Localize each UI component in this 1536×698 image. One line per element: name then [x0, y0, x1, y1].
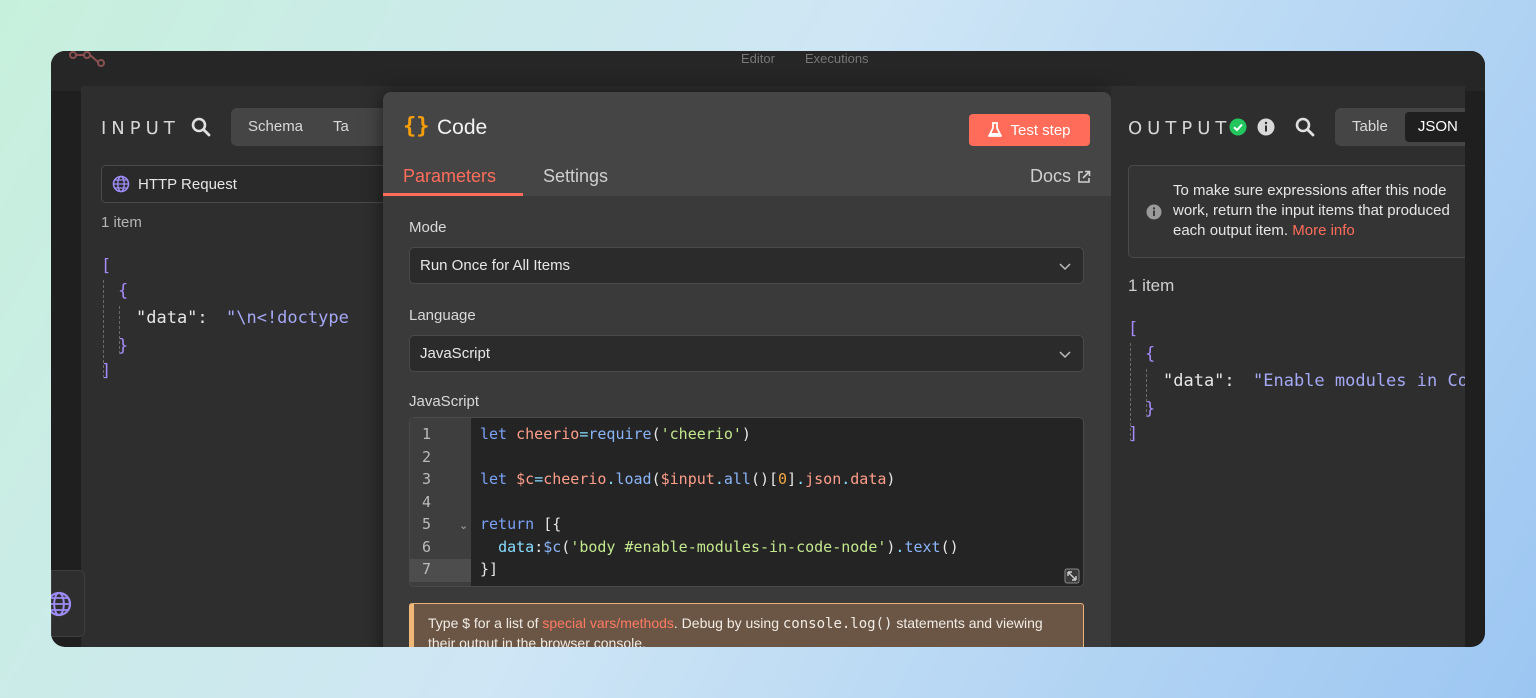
indent-guide — [119, 306, 120, 354]
special-vars-link[interactable]: special vars/methods — [542, 615, 674, 631]
expand-editor-icon[interactable] — [1064, 568, 1080, 584]
tab-json[interactable]: JSON — [1404, 112, 1465, 142]
json-bracket-open: [ — [1128, 319, 1139, 339]
globe-icon — [112, 175, 130, 193]
test-step-label: Test step — [1010, 121, 1071, 139]
json-value: "\n<!doctype — [226, 308, 349, 328]
mode-value: Run Once for All Items — [420, 257, 571, 274]
code-line-6: data:$c('body #enable-modules-in-code-no… — [498, 538, 959, 556]
line-number: 4 — [422, 493, 432, 511]
code-editor-label: JavaScript — [409, 393, 480, 410]
input-node-name: HTTP Request — [138, 175, 237, 193]
hint-code: console.log() — [782, 616, 893, 632]
canvas-header: Editor Executions — [51, 51, 1485, 91]
line-number: 2 — [422, 448, 432, 466]
chevron-down-icon — [1059, 351, 1071, 359]
output-panel: OUTPUT Table JSON S — [1111, 86, 1465, 647]
tab-settings[interactable]: Settings — [543, 166, 608, 187]
search-icon[interactable] — [1295, 117, 1315, 137]
input-view-switcher: Schema Ta — [231, 108, 391, 146]
line-number: 3 — [422, 470, 432, 488]
code-hint-notice: Type $ for a list of special vars/method… — [409, 603, 1084, 647]
flask-icon — [988, 122, 1003, 137]
hint-text-1: Type $ for a list of — [428, 615, 543, 631]
json-key: "data": — [1163, 371, 1235, 391]
json-bracket-open: [ — [101, 256, 112, 276]
modal-header: {} Code Test step Parameters Settings Do… — [383, 92, 1111, 196]
chevron-down-icon — [1059, 263, 1071, 271]
info-message: To make sure expressions after this node… — [1173, 181, 1463, 241]
tab-editor[interactable]: Editor — [741, 51, 775, 66]
input-json: [ { "data": "\n<!doctype } ] — [101, 256, 349, 416]
code-line-5: return [{ — [480, 515, 562, 533]
node-details-view: INPUT Schema Ta HTTP Request 1 item [{… — [81, 86, 1465, 647]
code-line-1: let cheerio=require('cheerio') — [480, 425, 751, 443]
canvas-node-button[interactable] — [51, 570, 85, 637]
line-number: 6 — [422, 538, 432, 556]
tab-parameters[interactable]: Parameters — [403, 166, 496, 187]
more-info-link[interactable]: More info — [1292, 222, 1355, 239]
search-icon[interactable] — [191, 117, 211, 137]
external-link-icon — [1078, 170, 1091, 183]
tab-executions[interactable]: Executions — [805, 51, 869, 66]
output-json: [ { "data": "Enable modules in Code } ] — [1128, 319, 1465, 479]
language-value: JavaScript — [420, 345, 491, 362]
docs-link[interactable]: Docs — [1030, 166, 1091, 187]
input-title: INPUT — [101, 118, 180, 139]
globe-icon — [51, 591, 72, 617]
json-brace-open: { — [1145, 344, 1156, 364]
json-key: "data": — [136, 308, 208, 328]
line-number: 7 — [410, 559, 471, 582]
info-icon — [1146, 204, 1162, 220]
code-braces-icon: {} — [403, 114, 430, 139]
code-editor[interactable]: 1 2 3 4 5 ⌄ 6 7 let cheerio=require('che… — [409, 417, 1084, 587]
mode-select[interactable]: Run Once for All Items — [409, 247, 1084, 284]
active-tab-indicator — [383, 193, 523, 196]
test-step-button[interactable]: Test step — [969, 114, 1090, 146]
hint-text-2: . Debug by using — [673, 615, 783, 631]
modal-tabs: Parameters Settings Docs — [383, 162, 1111, 196]
input-panel: INPUT Schema Ta HTTP Request 1 item [{… — [81, 86, 401, 647]
output-view-switcher: Table JSON S — [1335, 108, 1465, 146]
mode-label: Mode — [409, 219, 447, 236]
output-title: OUTPUT — [1128, 118, 1232, 139]
n8n-logo-icon — [69, 51, 105, 67]
input-node-select[interactable]: HTTP Request — [101, 165, 401, 203]
json-value: "Enable modules in Code — [1253, 371, 1465, 391]
code-line-7: }] — [480, 560, 499, 578]
line-number: 1 — [422, 425, 432, 443]
tab-schema[interactable]: Schema — [235, 112, 316, 142]
language-label: Language — [409, 307, 476, 324]
output-info-callout: To make sure expressions after this node… — [1128, 165, 1465, 258]
docs-label: Docs — [1029, 166, 1071, 186]
tab-table[interactable]: Table — [1339, 112, 1401, 142]
indent-guide — [1130, 343, 1131, 441]
indent-guide — [103, 280, 104, 378]
language-select[interactable]: JavaScript — [409, 335, 1084, 372]
indent-guide — [1146, 369, 1147, 417]
output-item-count: 1 item — [1128, 276, 1175, 295]
json-brace-open: { — [118, 281, 129, 301]
node-title[interactable]: Code — [437, 116, 487, 140]
success-check-icon — [1229, 118, 1247, 136]
code-line-3: let $c=cheerio.load($input.all()[0].json… — [480, 470, 896, 488]
app-window: Editor Executions INPUT Schema Ta HTTP R… — [51, 51, 1485, 647]
code-node-panel: {} Code Test step Parameters Settings Do… — [383, 92, 1111, 647]
info-icon[interactable] — [1257, 118, 1275, 136]
fold-chevron-icon[interactable]: ⌄ — [459, 519, 468, 532]
input-item-count: 1 item — [101, 214, 142, 231]
tab-table[interactable]: Ta — [320, 112, 362, 142]
